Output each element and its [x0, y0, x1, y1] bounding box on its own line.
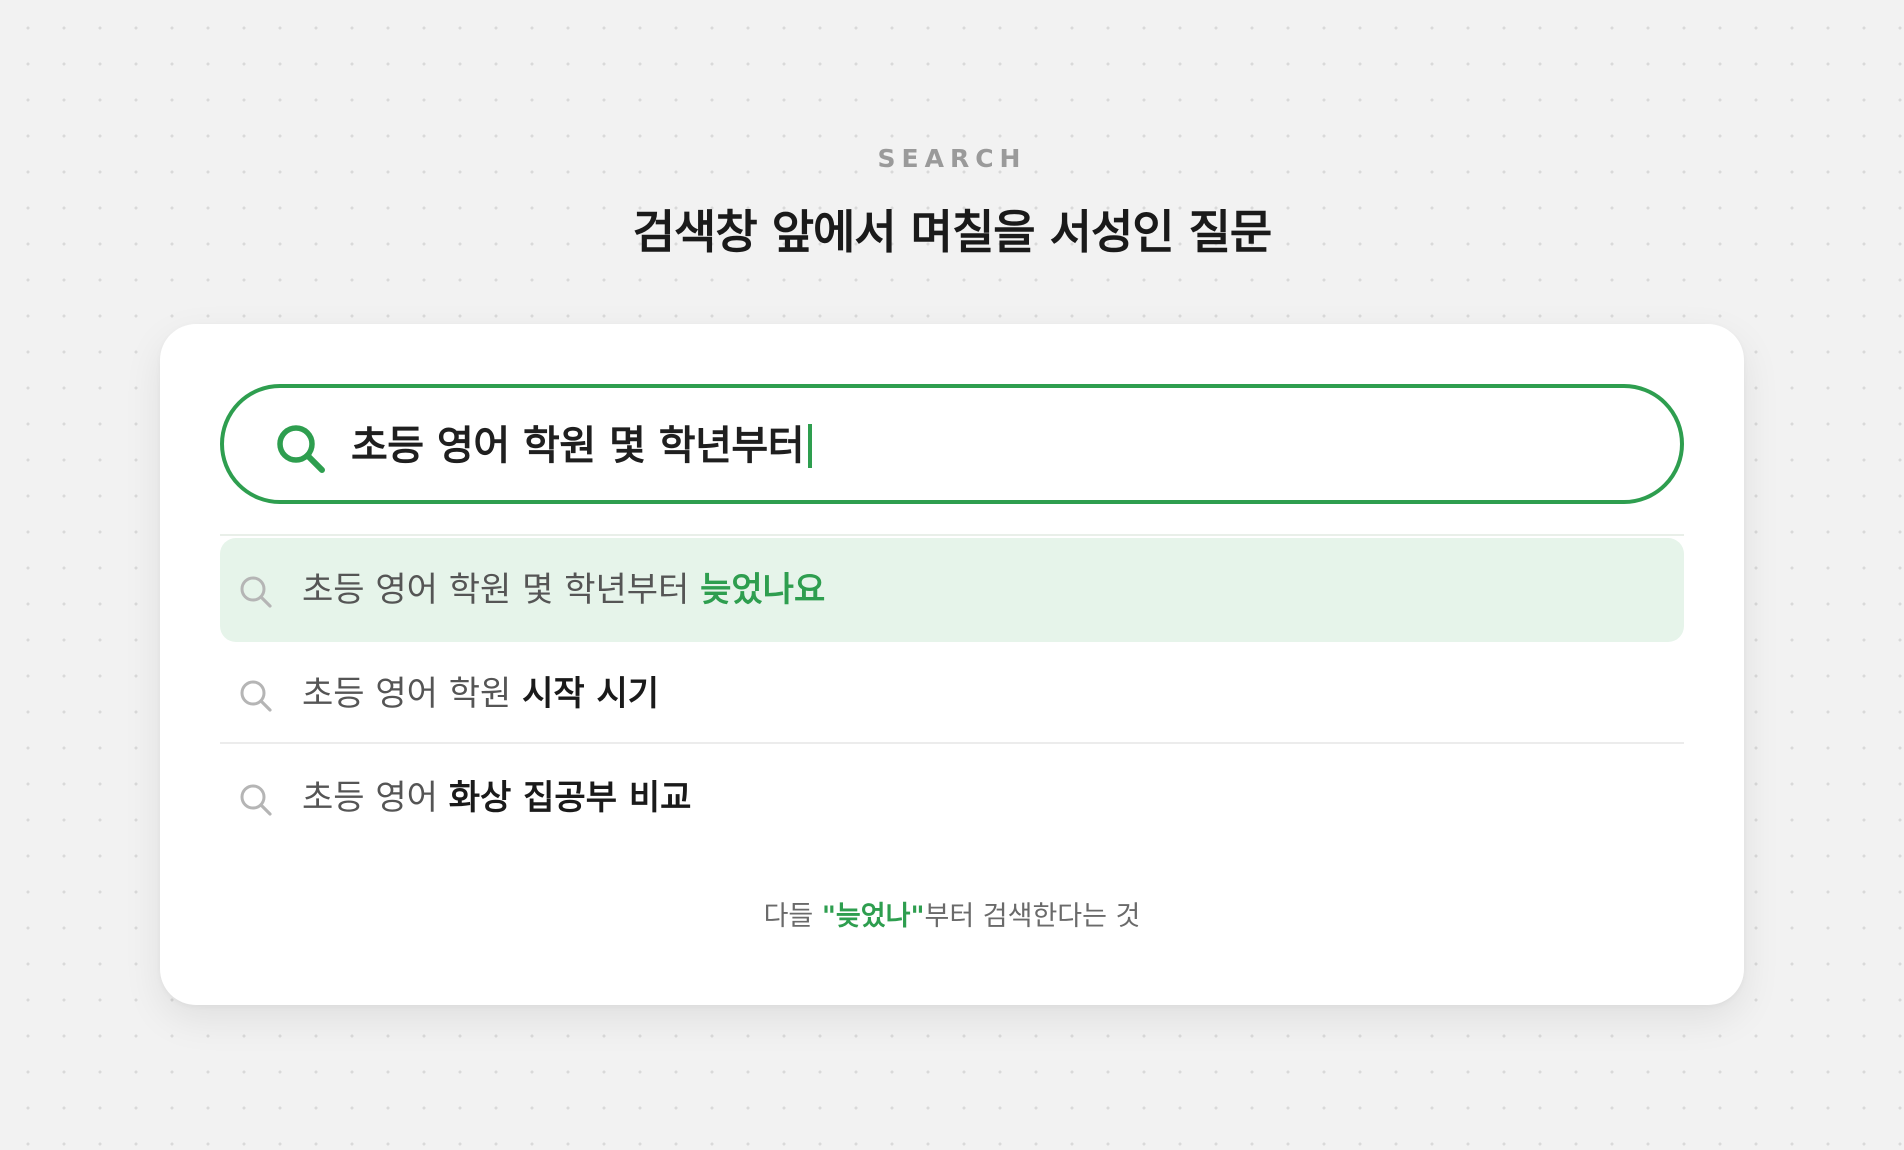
suggestion-prefix: 초등 영어 학원 몇 학년부터 — [302, 570, 701, 610]
suggestion-highlight: 화상 집공부 비교 — [448, 778, 692, 818]
suggestion-highlight: 시작 시기 — [522, 674, 660, 714]
search-icon — [277, 425, 325, 473]
page-title: 검색창 앞에서 며칠을 서성인 질문 — [632, 205, 1273, 259]
section-eyebrow: SEARCH — [877, 144, 1027, 173]
text-caret — [808, 424, 813, 468]
suggestion-prefix: 초등 영어 — [302, 778, 449, 818]
footnote-before: 다들 — [763, 901, 822, 932]
suggestion-item[interactable]: 초등 영어 화상 집공부 비교 — [220, 746, 1684, 850]
suggestion-prefix: 초등 영어 학원 — [302, 674, 523, 714]
suggestion-highlight: 늦었나요 — [700, 570, 826, 610]
footnote-after: 부터 검색한다는 것 — [924, 901, 1141, 932]
divider — [220, 534, 1684, 536]
suggestion-label: 초등 영어 학원 시작 시기 — [302, 674, 659, 714]
divider — [220, 742, 1684, 744]
footnote-highlight: "늦었나" — [821, 901, 925, 932]
suggestion-label: 초등 영어 화상 집공부 비교 — [302, 778, 691, 818]
search-icon — [240, 680, 272, 712]
suggestion-item[interactable]: 초등 영어 학원 시작 시기 — [220, 642, 1684, 746]
suggestion-item[interactable]: 초등 영어 학원 몇 학년부터 늦었나요 — [220, 538, 1684, 642]
suggestion-label: 초등 영어 학원 몇 학년부터 늦었나요 — [302, 570, 825, 610]
search-input[interactable]: 초등 영어 학원 몇 학년부터 — [220, 384, 1684, 504]
search-card: 초등 영어 학원 몇 학년부터 초등 영어 학원 몇 학년부터 늦었나요 초등 … — [160, 324, 1744, 1005]
search-icon — [240, 576, 272, 608]
footnote: 다들 "늦었나"부터 검색한다는 것 — [160, 894, 1744, 933]
search-query: 초등 영어 학원 몇 학년부터 — [351, 423, 813, 469]
search-icon — [240, 784, 272, 816]
search-query-text: 초등 영어 학원 몇 학년부터 — [351, 423, 805, 469]
